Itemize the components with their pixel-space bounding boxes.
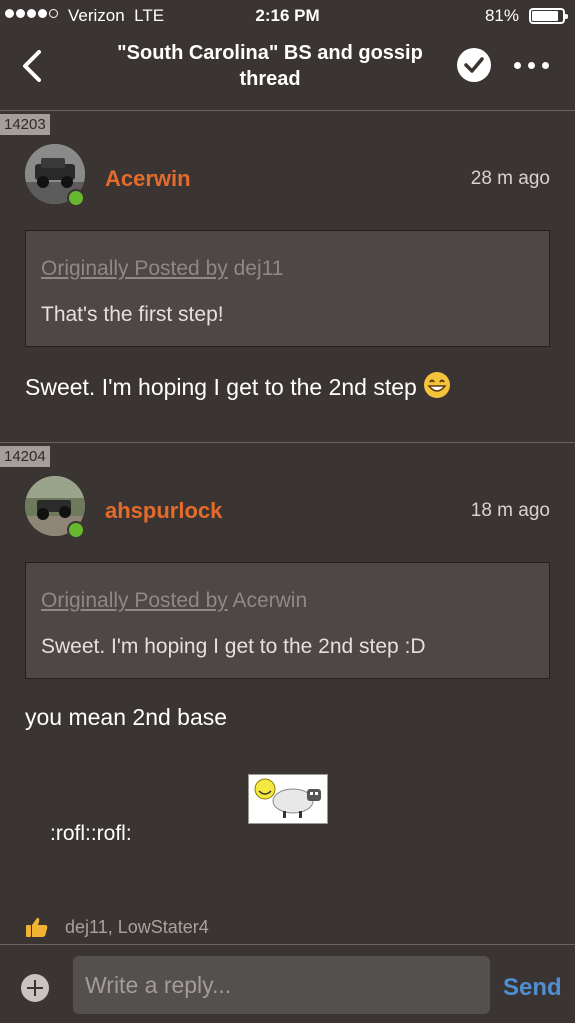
author-name[interactable]: ahspurlock <box>105 498 222 524</box>
checkmark-circle-icon[interactable] <box>457 48 491 82</box>
online-status-icon <box>67 189 85 207</box>
quote-link[interactable]: Originally Posted by <box>41 257 228 280</box>
post-body: Sweet. I'm hoping I get to the 2nd step <box>25 371 451 401</box>
quote-text: That's the first step! <box>41 303 224 326</box>
grinning-face-icon <box>423 372 450 398</box>
quote-link[interactable]: Originally Posted by <box>41 589 228 612</box>
post-divider <box>0 442 575 443</box>
reply-composer: Send <box>0 944 575 1023</box>
author-name[interactable]: Acerwin <box>105 166 191 192</box>
quote-block: Originally Posted by dej11 That's the fi… <box>25 230 550 347</box>
likes-row[interactable]: dej11, LowStater4 <box>25 916 209 938</box>
likes-names: dej11, LowStater4 <box>65 916 209 937</box>
status-bar: Verizon LTE 2:16 PM 81% <box>0 0 575 32</box>
nav-bar: "South Carolina" BS and gossip thread <box>0 32 575 111</box>
post: 14204 ahspurlock 18 m ago Originally Pos… <box>0 446 575 944</box>
battery-icon <box>529 8 568 24</box>
quote-author: Acerwin <box>232 589 308 612</box>
rofl-sheep-smiley-icon <box>248 774 328 824</box>
post-number: 14204 <box>0 446 50 467</box>
plus-circle-icon[interactable] <box>21 974 49 1002</box>
more-dots-icon[interactable] <box>514 62 549 69</box>
thread-title: "South Carolina" BS and gossip thread <box>117 42 423 90</box>
quote-block: Originally Posted by Acerwin Sweet. I'm … <box>25 562 550 679</box>
thumbs-up-icon <box>26 917 48 937</box>
post-body-secondary: :rofl::rofl: <box>50 822 132 845</box>
post-time: 18 m ago <box>470 500 550 521</box>
battery-percent: 81% <box>484 6 519 25</box>
chevron-left-icon[interactable] <box>18 46 52 86</box>
quote-author: dej11 <box>233 257 284 280</box>
reply-input[interactable] <box>73 956 490 1014</box>
post-time: 28 m ago <box>470 168 550 189</box>
online-status-icon <box>67 521 85 539</box>
send-button[interactable]: Send <box>503 974 562 1002</box>
quote-text: Sweet. I'm hoping I get to the 2nd step … <box>41 635 426 658</box>
quote-header: Originally Posted by Acerwin <box>41 589 307 613</box>
post: 14203 Acerwin 28 m ago Originally Posted… <box>0 114 575 444</box>
quote-header: Originally Posted by dej11 <box>41 257 283 281</box>
post-body: you mean 2nd base <box>25 704 228 730</box>
post-number: 14203 <box>0 114 50 135</box>
